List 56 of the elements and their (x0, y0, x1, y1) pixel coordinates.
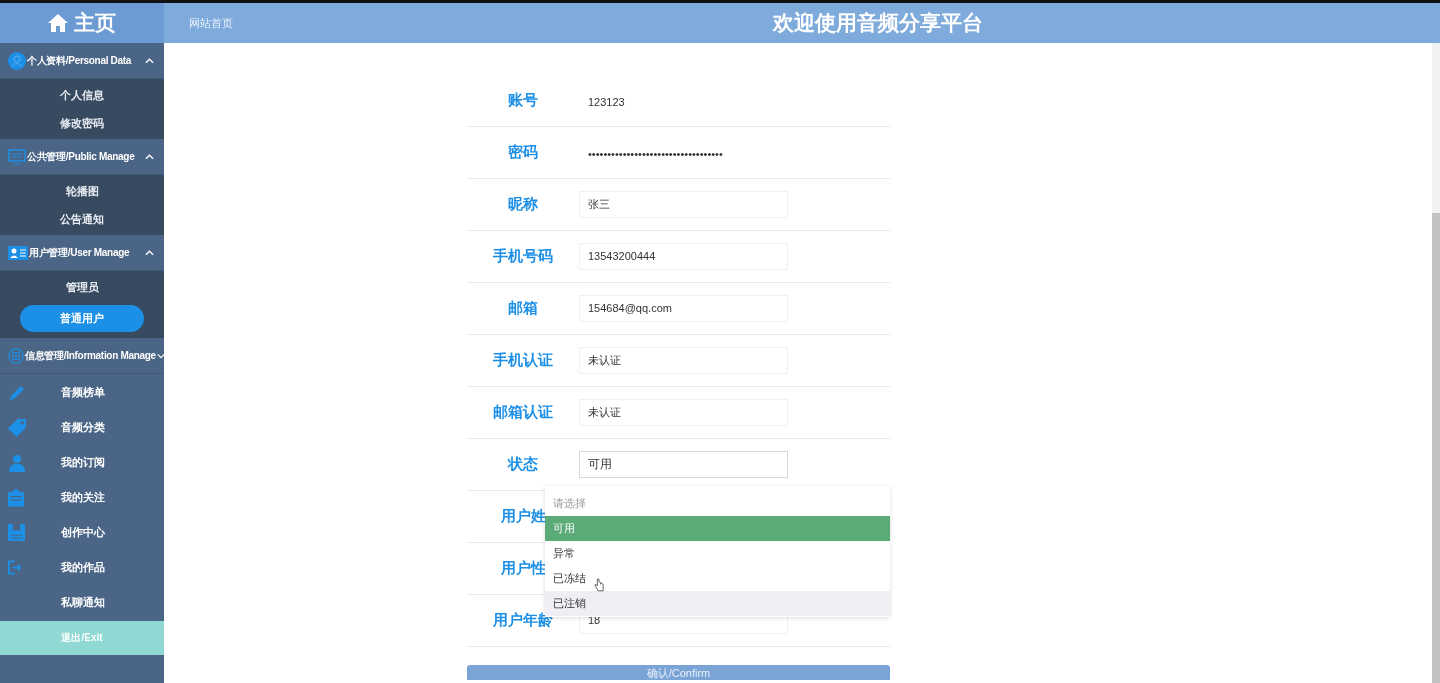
input-field[interactable]: 154684@qq.com (579, 295, 788, 322)
field-label: 状态 (508, 455, 538, 474)
menu-item[interactable]: 音频榜单 (0, 375, 164, 410)
menu-item[interactable]: 修改密码 (20, 113, 144, 133)
input-field[interactable]: 未认证 (579, 347, 788, 374)
home-icon (48, 14, 68, 32)
tag-icon (8, 418, 27, 437)
menu-item[interactable]: 公告通知 (20, 209, 144, 229)
chevron-up-icon (145, 153, 154, 160)
field-value: 123123 (588, 95, 625, 108)
clipboard-icon (8, 488, 24, 507)
field-label: 邮箱认证 (493, 403, 553, 422)
menu-item[interactable]: 普通用户 (20, 305, 144, 332)
exit-icon (8, 560, 22, 575)
field-label: 用户姓 (500, 507, 546, 526)
field-label: 密码 (508, 143, 538, 162)
field-label: 手机号码 (493, 247, 553, 266)
menu-item[interactable]: 我的作品 (0, 550, 164, 585)
id-card-icon (8, 245, 28, 260)
input-field[interactable]: 13543200444 (579, 243, 788, 270)
menu-group-title: 公共管理/Public Manage (27, 149, 135, 164)
menu-item[interactable]: 创作中心 (0, 515, 164, 550)
field-label: 用户性 (500, 559, 546, 578)
field-label: 手机认证 (493, 351, 553, 370)
field-value: ••••••••••••••••••••••••••••••••••• (588, 147, 723, 160)
chevron-down-icon (156, 352, 165, 359)
field-label: 昵称 (508, 195, 538, 214)
input-field[interactable]: 未认证 (579, 399, 788, 426)
field-label: 账号 (508, 91, 538, 110)
dropdown-option[interactable]: 请选择 (545, 491, 890, 516)
input-field[interactable]: 张三 (579, 191, 788, 218)
menu-item[interactable]: 轮播图 (20, 181, 144, 201)
menu-group-title: 个人资料/Personal Data (27, 53, 132, 68)
select-field[interactable]: 可用 (579, 451, 788, 478)
grid-circle-icon (8, 347, 24, 364)
menu-item[interactable]: 私聊通知 (0, 585, 164, 620)
chevron-up-icon (145, 57, 154, 64)
hand-cursor-icon (594, 578, 604, 592)
chevron-up-icon (145, 249, 154, 256)
menu-item[interactable]: 个人信息 (20, 85, 144, 105)
logo-text: 主页 (74, 10, 116, 36)
menu-group-title: 信息管理/Information Manage (25, 348, 156, 363)
pencil-icon (8, 383, 26, 402)
dropdown-option[interactable]: 已冻结 (545, 566, 890, 591)
menu-group-title: 用户管理/User Manage (29, 245, 130, 260)
dropdown-option[interactable]: 已注销 (545, 591, 890, 616)
page-title: 欢迎使用音频分享平台 (773, 10, 983, 36)
menu-item[interactable]: 我的关注 (0, 480, 164, 515)
menu-item[interactable]: 管理员 (20, 277, 144, 297)
dropdown-option[interactable]: 异常 (545, 541, 890, 566)
menu-item[interactable]: 我的订阅 (0, 445, 164, 480)
scrollbar-thumb[interactable] (1432, 213, 1440, 683)
field-label: 邮箱 (508, 299, 538, 318)
monitor-icon (8, 148, 26, 165)
menu-item[interactable]: 音频分类 (0, 410, 164, 445)
user-icon (8, 51, 26, 70)
